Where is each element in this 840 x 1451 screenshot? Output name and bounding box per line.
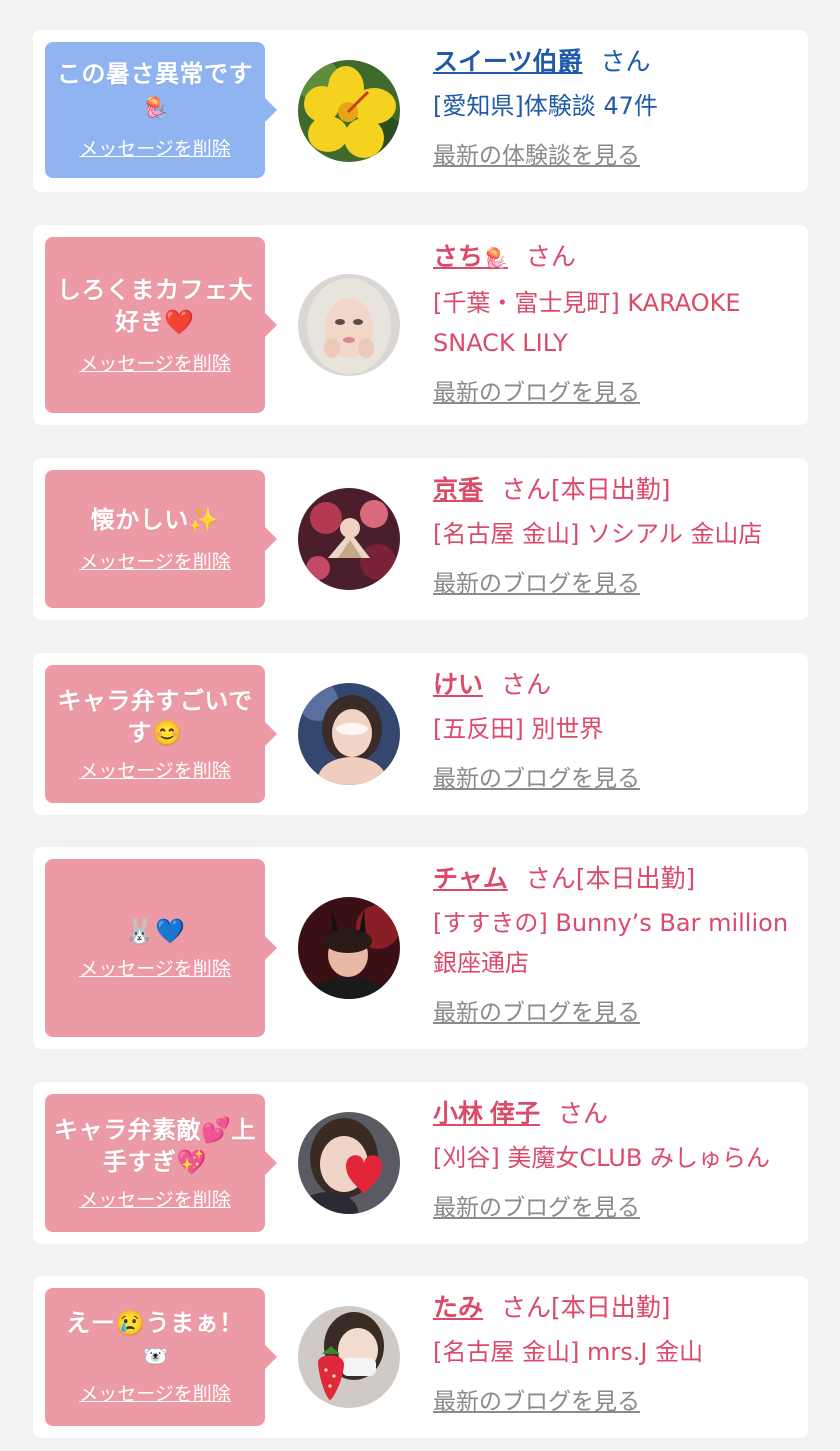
delete-message-link[interactable]: メッセージを削除 bbox=[79, 547, 231, 574]
latest-link[interactable]: 最新のブログを見る bbox=[433, 993, 640, 1027]
honorific: さん bbox=[501, 475, 552, 504]
avatar[interactable] bbox=[298, 60, 400, 162]
shop-name: [名古屋 金山] mrs.J 金山 bbox=[433, 1338, 704, 1366]
message-list: この暑さ異常です 🪼 メッセージを削除 スイーツ伯爵 さん [愛知県]体験談 4… bbox=[0, 0, 840, 1451]
message-text: 懐かしい✨ bbox=[90, 506, 220, 534]
delete-message-link[interactable]: メッセージを削除 bbox=[79, 756, 231, 783]
message-text: 🐰💙 bbox=[124, 917, 186, 945]
status-badge: [本日出勤] bbox=[551, 1293, 671, 1322]
shop-name: [愛知県]体験談 47件 bbox=[433, 92, 658, 120]
user-info: 小林 倖子 さん [刈谷] 美魔女CLUB みしゅらん 最新のブログを見る bbox=[433, 1096, 790, 1222]
latest-link[interactable]: 最新の体験談を見る bbox=[433, 136, 640, 170]
delete-message-link[interactable]: メッセージを削除 bbox=[79, 349, 231, 376]
latest-link[interactable]: 最新のブログを見る bbox=[433, 373, 640, 407]
message-bubble: キャラ弁すごいで す😊 メッセージを削除 bbox=[45, 665, 265, 803]
honorific: さん bbox=[501, 1293, 552, 1322]
user-name-link[interactable]: チャム bbox=[433, 865, 508, 893]
delete-message-link[interactable]: メッセージを削除 bbox=[79, 954, 231, 981]
user-name-link[interactable]: 京香 bbox=[433, 476, 483, 504]
list-item: 懐かしい✨ メッセージを削除 京香 さん[本日出勤] [名古屋 金山] ソシアル … bbox=[33, 458, 808, 620]
woman-portrait-avatar bbox=[298, 274, 400, 376]
avatar[interactable] bbox=[298, 897, 400, 999]
message-bubble: 🐰💙 メッセージを削除 bbox=[45, 859, 265, 1037]
honorific: さん bbox=[525, 242, 576, 271]
honorific: さん bbox=[525, 864, 576, 893]
user-name-link[interactable]: スイーツ伯爵 bbox=[433, 48, 583, 76]
shop-name: [すすきの] Bunny’s Bar million 銀座通店 bbox=[433, 909, 789, 977]
polar-bear-icon: 🐻‍❄️ bbox=[143, 1346, 169, 1368]
list-item: キャラ弁すごいで す😊 メッセージを削除 けい さん [五反田] 別世界 最新のブ… bbox=[33, 653, 808, 815]
bunny-ears-avatar bbox=[298, 897, 400, 999]
shop-name: [五反田] 別世界 bbox=[433, 715, 604, 743]
message-bubble: この暑さ異常です 🪼 メッセージを削除 bbox=[45, 42, 265, 178]
message-bubble: 懐かしい✨ メッセージを削除 bbox=[45, 470, 265, 608]
user-info: けい さん [五反田] 別世界 最新のブログを見る bbox=[433, 667, 790, 793]
honorific: さん bbox=[557, 1099, 608, 1128]
message-text: えー😢うまぁ！ 🐻‍❄️ bbox=[66, 1310, 244, 1368]
list-item: 🐰💙 メッセージを削除 チャム さん[本日出勤] [すすきの] Bunny’s B… bbox=[33, 847, 808, 1049]
status-badge: [本日出勤] bbox=[551, 475, 671, 504]
user-name-link[interactable]: けい bbox=[433, 671, 483, 699]
kimono-fan-avatar bbox=[298, 488, 400, 590]
avatar[interactable] bbox=[298, 683, 400, 785]
list-item: この暑さ異常です 🪼 メッセージを削除 スイーツ伯爵 さん [愛知県]体験談 4… bbox=[33, 30, 808, 192]
delete-message-link[interactable]: メッセージを削除 bbox=[79, 1185, 231, 1212]
latest-link[interactable]: 最新のブログを見る bbox=[433, 564, 640, 598]
avatar[interactable] bbox=[298, 488, 400, 590]
list-item: キャラ弁素敵💕上 手すぎ💖 メッセージを削除 小林 倖子 さん [刈谷] 美魔女C… bbox=[33, 1082, 808, 1244]
latest-link[interactable]: 最新のブログを見る bbox=[433, 1382, 640, 1416]
latest-link[interactable]: 最新のブログを見る bbox=[433, 1188, 640, 1222]
list-item: しろくまカフェ大 好き❤️ メッセージを削除 さち🪼 さん [千葉・富士見町] K… bbox=[33, 225, 808, 425]
user-info: 京香 さん[本日出勤] [名古屋 金山] ソシアル 金山店 最新のブログを見る bbox=[433, 472, 790, 598]
latest-link[interactable]: 最新のブログを見る bbox=[433, 759, 640, 793]
jellyfish-icon: 🪼 bbox=[143, 97, 169, 119]
avatar[interactable] bbox=[298, 274, 400, 376]
message-bubble: しろくまカフェ大 好き❤️ メッセージを削除 bbox=[45, 237, 265, 413]
honorific: さん bbox=[501, 670, 552, 699]
delete-message-link[interactable]: メッセージを削除 bbox=[79, 134, 231, 161]
message-text: しろくまカフェ大 好き❤️ bbox=[57, 276, 253, 336]
message-text: この暑さ異常です 🪼 bbox=[57, 61, 253, 119]
user-info: スイーツ伯爵 さん [愛知県]体験談 47件 最新の体験談を見る bbox=[433, 44, 790, 170]
avatar[interactable] bbox=[298, 1306, 400, 1408]
delete-message-link[interactable]: メッセージを削除 bbox=[79, 1379, 231, 1406]
honorific: さん bbox=[600, 47, 651, 76]
user-name-link[interactable]: さち🪼 bbox=[433, 243, 508, 271]
woman-selfie-avatar bbox=[298, 683, 400, 785]
message-bubble: キャラ弁素敵💕上 手すぎ💖 メッセージを削除 bbox=[45, 1094, 265, 1232]
shop-name: [千葉・富士見町] KARAOKE SNACK LILY bbox=[433, 289, 741, 357]
message-text: キャラ弁すごいで す😊 bbox=[57, 687, 253, 747]
avatar[interactable] bbox=[298, 1112, 400, 1214]
list-item: えー😢うまぁ！ 🐻‍❄️ メッセージを削除 たみさん[本日出勤] [ bbox=[33, 1276, 808, 1438]
hibiscus-flower-avatar bbox=[298, 60, 400, 162]
heart-face-avatar bbox=[298, 1112, 400, 1214]
status-badge: [本日出勤] bbox=[575, 864, 696, 893]
shop-name: [刈谷] 美魔女CLUB みしゅらん bbox=[433, 1144, 770, 1172]
jellyfish-icon: 🪼 bbox=[483, 248, 508, 270]
user-info: チャム さん[本日出勤] [すすきの] Bunny’s Bar million 銀… bbox=[433, 861, 790, 1027]
user-name-link[interactable]: 小林 倖子 bbox=[433, 1100, 540, 1128]
user-info: さち🪼 さん [千葉・富士見町] KARAOKE SNACK LILY 最新のブロ… bbox=[433, 239, 790, 407]
message-bubble: えー😢うまぁ！ 🐻‍❄️ メッセージを削除 bbox=[45, 1288, 265, 1426]
strawberry-mask-avatar bbox=[298, 1306, 400, 1408]
message-text: キャラ弁素敵💕上 手すぎ💖 bbox=[54, 1116, 256, 1176]
user-name-link[interactable]: たみ bbox=[433, 1294, 483, 1322]
shop-name: [名古屋 金山] ソシアル 金山店 bbox=[433, 520, 763, 548]
user-info: たみ さん[本日出勤] [名古屋 金山] mrs.J 金山 最新のブログを見る bbox=[433, 1290, 790, 1416]
